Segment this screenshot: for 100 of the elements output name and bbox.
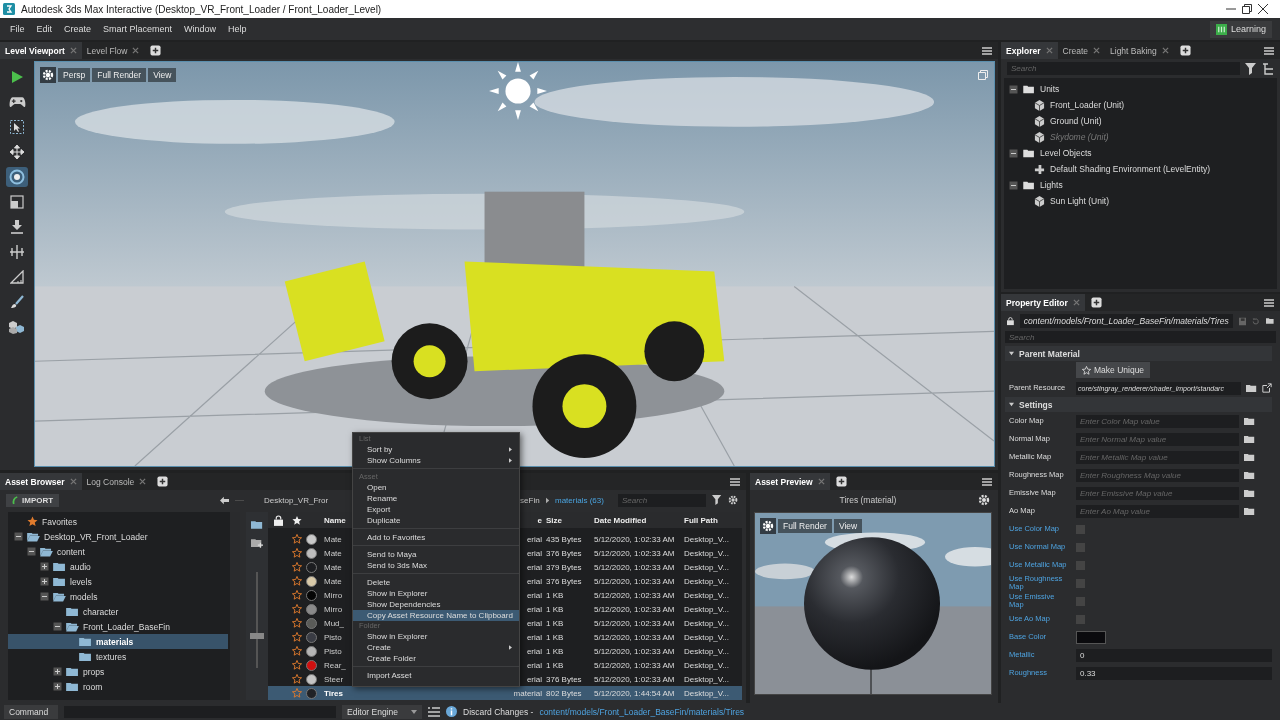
folder-icon[interactable] — [1244, 506, 1255, 516]
asset-name[interactable]: Mate — [324, 534, 342, 544]
settings-icon[interactable] — [978, 494, 990, 506]
star-icon[interactable] — [292, 604, 302, 614]
collapse-icon[interactable] — [1009, 148, 1018, 158]
star-icon[interactable] — [292, 632, 302, 642]
tree-item[interactable]: Front_Loader (Unit) — [1050, 100, 1125, 110]
map-field[interactable]: Enter Normal Map value — [1076, 432, 1239, 446]
checkbox[interactable] — [1076, 614, 1085, 624]
menu-icon[interactable] — [730, 477, 740, 486]
expand-icon[interactable] — [53, 682, 62, 691]
tree-item[interactable]: Desktop_VR_Front_Loader — [8, 529, 228, 544]
folder-icon[interactable] — [1244, 470, 1255, 480]
hierarchy-icon[interactable] — [1262, 62, 1274, 75]
view-button[interactable]: View — [148, 68, 177, 82]
collapse-icon[interactable] — [40, 592, 49, 601]
section-header[interactable]: Settings — [1005, 397, 1272, 412]
menu-item[interactable]: Rename — [353, 493, 519, 504]
tree-item[interactable]: room — [8, 679, 228, 694]
menu-item[interactable]: Import Asset — [353, 670, 519, 681]
collapse-icon[interactable] — [14, 532, 23, 541]
lock-icon[interactable] — [1007, 315, 1014, 327]
expand-icon[interactable] — [40, 577, 49, 586]
checkbox[interactable] — [1076, 596, 1085, 606]
sun-icon[interactable] — [489, 62, 547, 120]
restore-icon[interactable] — [1242, 4, 1252, 14]
menu-item[interactable]: Send to 3ds Max — [353, 560, 519, 571]
color-swatch[interactable] — [1076, 630, 1106, 644]
add-tab-icon[interactable] — [835, 476, 847, 487]
menu-item[interactable]: Window — [178, 22, 223, 36]
star-icon[interactable] — [292, 562, 302, 572]
view-button[interactable]: Full Render — [778, 519, 832, 533]
make-unique-button[interactable]: Make Unique — [1076, 362, 1151, 378]
panel-tab[interactable]: Property Editor — [1001, 294, 1085, 311]
menu-item[interactable]: Show Dependencies — [353, 599, 519, 610]
menu-item[interactable]: Edit — [30, 22, 59, 36]
add-tab-icon[interactable] — [1179, 45, 1191, 56]
asset-name[interactable]: Mate — [324, 562, 342, 572]
star-icon[interactable] — [292, 576, 302, 586]
asset-name[interactable]: Rear_ — [324, 660, 346, 670]
folder-icon[interactable] — [251, 520, 263, 530]
learning-button[interactable]: Learning — [1209, 20, 1272, 38]
expand-icon[interactable] — [53, 667, 62, 676]
section-header[interactable]: Parent Material — [1005, 346, 1272, 361]
settings-icon[interactable] — [40, 67, 56, 83]
back-arrow-icon[interactable] — [219, 495, 229, 505]
menu-item[interactable]: Show Columns — [353, 455, 519, 466]
breadcrumb-item[interactable]: materials (63) — [555, 495, 604, 505]
menu-item[interactable]: File — [4, 22, 31, 36]
panel-tab[interactable]: Log Console — [81, 473, 152, 490]
menu-item[interactable]: Create Folder — [353, 653, 519, 664]
tree-item[interactable]: audio — [8, 559, 228, 574]
folder-icon[interactable] — [1244, 416, 1255, 426]
menu-item[interactable]: Create — [353, 642, 519, 653]
column-header[interactable]: Full Path — [684, 515, 718, 525]
tree-item[interactable]: character — [8, 604, 228, 619]
map-field[interactable]: Enter Emissive Map value — [1076, 486, 1239, 500]
menu-item[interactable]: Sort by — [353, 444, 519, 455]
menu-item[interactable]: Add to Favorites — [353, 532, 519, 543]
map-field[interactable]: Enter Color Map value — [1076, 414, 1239, 428]
menu-icon[interactable] — [1264, 298, 1274, 307]
asset-name[interactable]: Mud_ — [324, 618, 344, 628]
checkbox[interactable] — [1076, 542, 1085, 552]
tree-item[interactable]: Ground (Unit) — [1050, 116, 1102, 126]
view-button[interactable]: View — [833, 519, 863, 533]
menu-item[interactable]: Help — [222, 22, 253, 36]
asset-name[interactable]: Steer — [324, 674, 344, 684]
folder-icon[interactable] — [1246, 383, 1257, 393]
tree-item[interactable]: Sun Light (Unit) — [1050, 196, 1110, 206]
tree-item[interactable]: Favorites — [8, 514, 228, 529]
star-icon[interactable] — [292, 618, 302, 628]
column-header[interactable]: Name — [324, 515, 346, 525]
menu-icon[interactable] — [982, 46, 992, 55]
open-external-icon[interactable] — [1262, 383, 1272, 393]
tree-item[interactable]: Default Shading Environment (LevelEntity) — [1050, 164, 1211, 174]
add-tab-icon[interactable] — [1090, 297, 1102, 308]
settings-icon[interactable] — [760, 518, 776, 534]
menu-item[interactable]: Open — [353, 482, 519, 493]
add-tab-icon[interactable] — [157, 476, 169, 487]
map-field[interactable]: Enter Roughness Map value — [1076, 468, 1239, 482]
engine-dropdown[interactable]: Editor Engine — [342, 704, 422, 719]
collapse-icon[interactable] — [27, 547, 36, 556]
panel-tab[interactable]: Explorer — [1001, 42, 1058, 59]
resource-path-field[interactable]: content/models/Front_Loader_BaseFin/materials/Tires — [1019, 314, 1233, 328]
tree-item[interactable]: levels — [8, 574, 228, 589]
collapse-icon[interactable] — [1009, 84, 1018, 94]
panel-tab[interactable]: Asset Browser — [0, 473, 82, 490]
tree-item[interactable]: textures — [8, 649, 228, 664]
menu-item[interactable]: Send to Maya — [353, 549, 519, 560]
filter-icon[interactable] — [1245, 62, 1257, 75]
settings-icon[interactable] — [727, 494, 738, 506]
breadcrumb-item[interactable]: seFin — [520, 495, 540, 505]
asset-name[interactable]: Pisto — [324, 646, 342, 656]
asset-name[interactable]: Mate — [324, 548, 342, 558]
checkbox[interactable] — [1076, 560, 1085, 570]
menu-item[interactable]: Copy Asset Resource Name to Clipboard — [353, 610, 519, 621]
menu-item[interactable]: Delete — [353, 577, 519, 588]
tree-item[interactable]: props — [8, 664, 228, 679]
number-field[interactable]: 0 — [1076, 648, 1272, 662]
panel-tab[interactable]: Asset Preview — [750, 473, 830, 490]
